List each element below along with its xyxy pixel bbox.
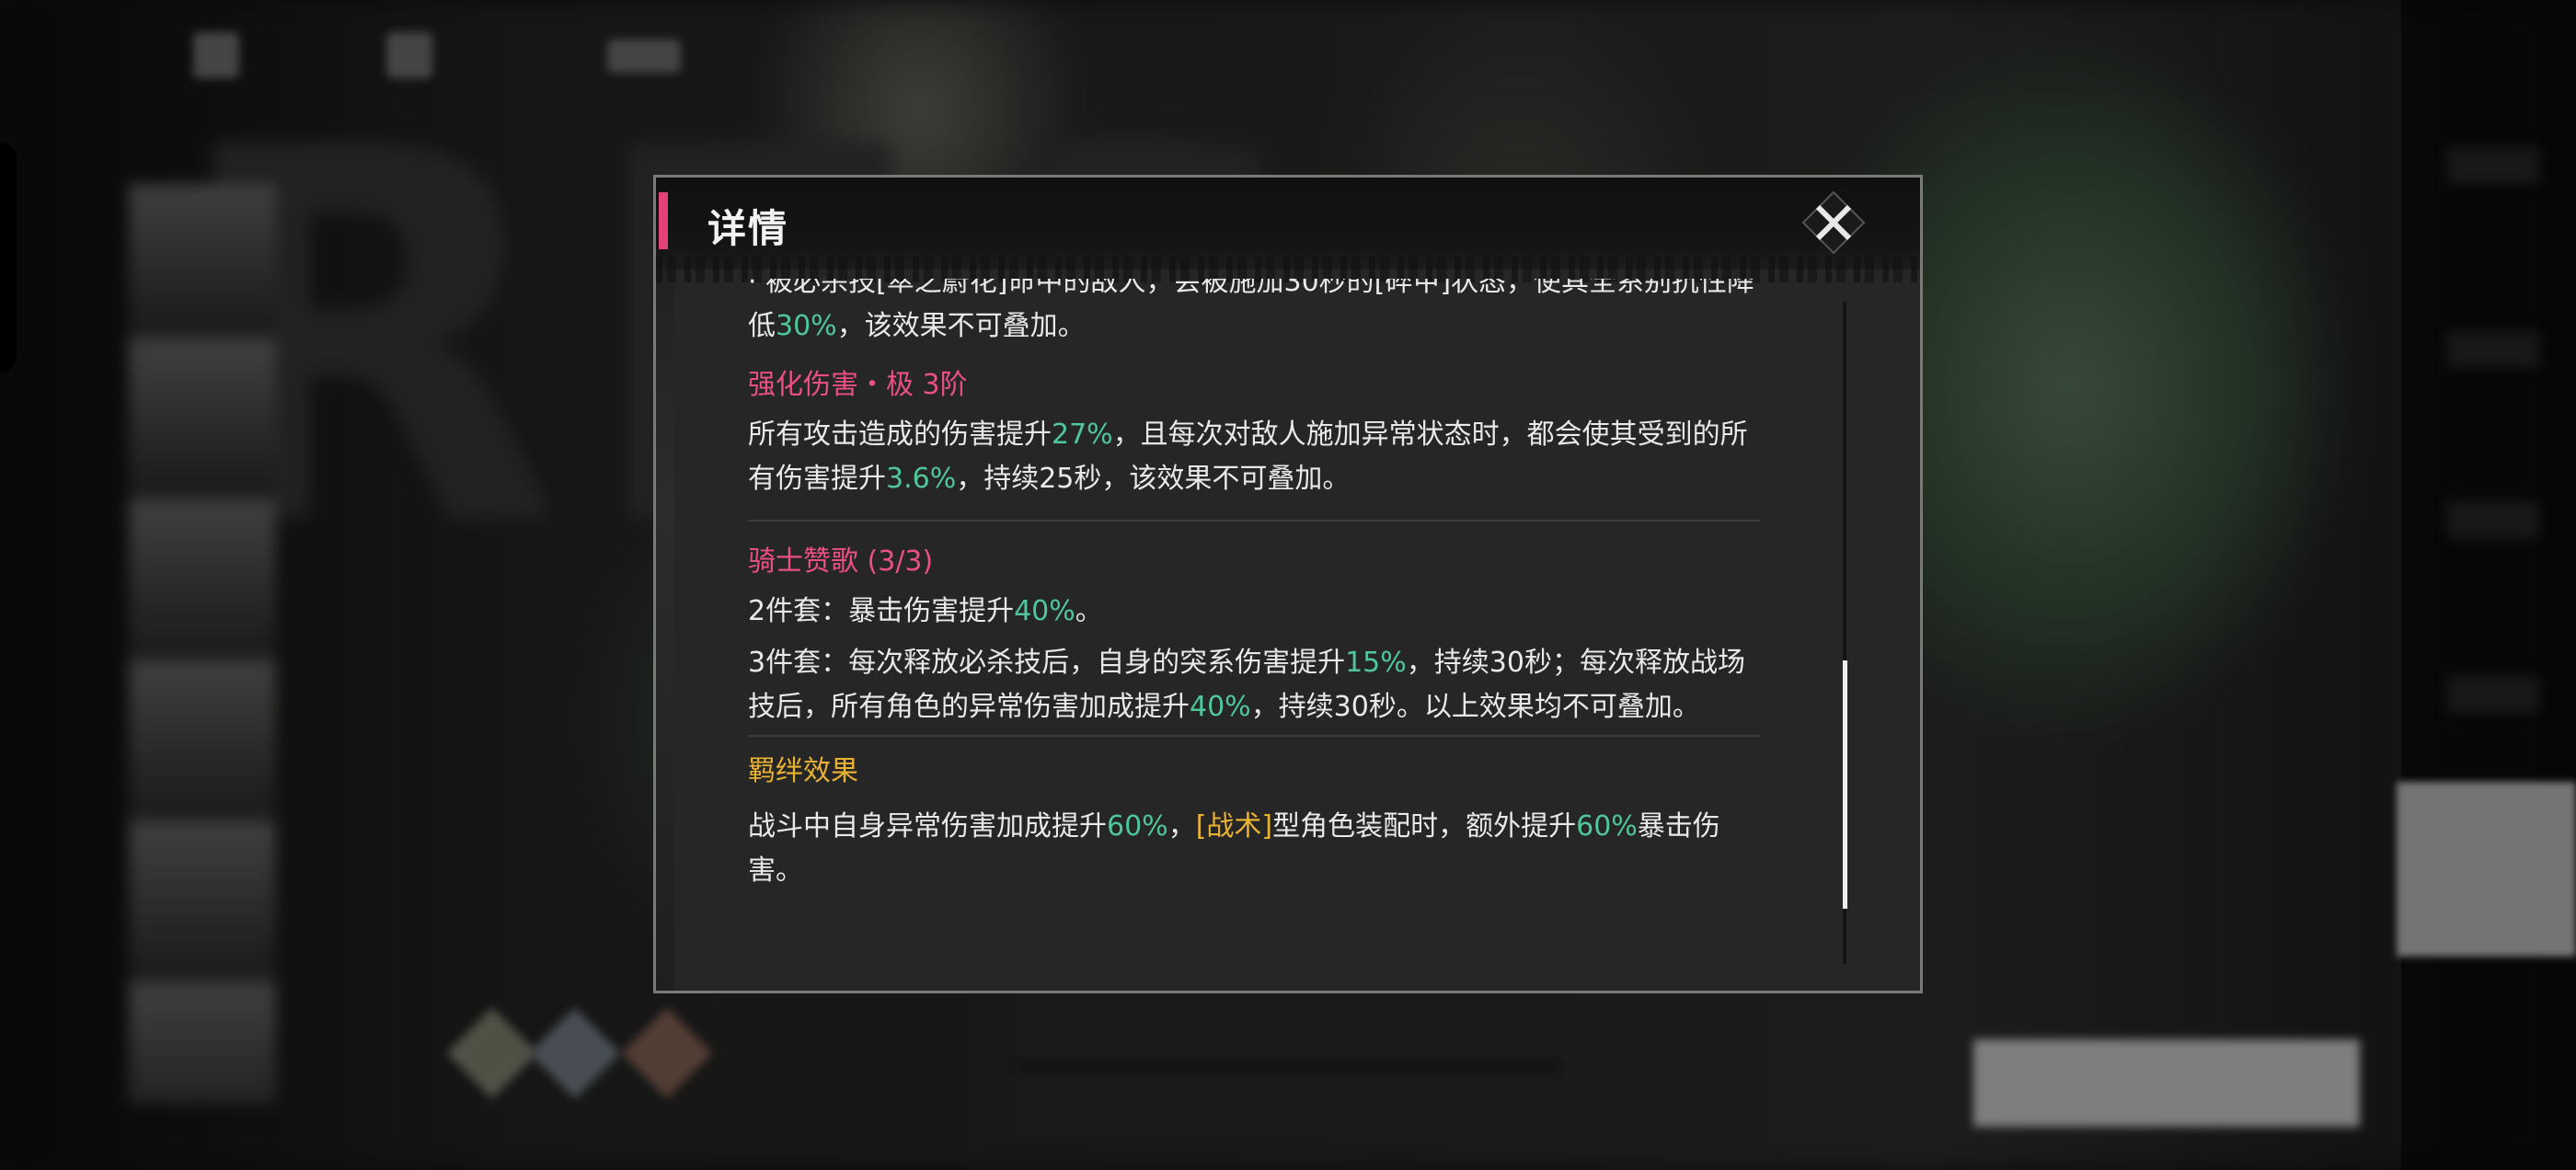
enhance-text: ，持续25秒，该效果不可叠加。 bbox=[956, 463, 1351, 495]
close-button[interactable] bbox=[1801, 190, 1866, 255]
skill-line: · 被必杀技[萃之蔚花]命中的敌人，会被施加30秒的[碎甲]状态，使其全系别抗性… bbox=[748, 279, 1755, 298]
set-bonus-two-piece: 2件套：暴击伤害提升40%。 bbox=[748, 590, 1760, 634]
set-text: ，持续30秒；每次释放战场 bbox=[1406, 647, 1745, 679]
detail-dialog: 详情 · 被必杀技[萃之蔚花]命中的敌人，会被施加30秒的[碎甲]状态，使其全系… bbox=[653, 175, 1923, 993]
set-bonus-title: 骑士赞歌 (3/3) bbox=[748, 545, 934, 578]
set-bonus-three-piece: 3件套：每次释放必杀技后，自身的突系伤害提升15%，持续30秒；每次释放战场 技… bbox=[748, 641, 1760, 729]
enhance-text: ，且每次对敌人施加异常状态时，都会使其受到的所 bbox=[1112, 419, 1748, 451]
bond-class-tag: [战术] bbox=[1195, 810, 1273, 843]
bond-value: 60% bbox=[1576, 810, 1638, 843]
dialog-header: 详情 bbox=[656, 178, 1920, 282]
skill-value: 30% bbox=[776, 310, 837, 342]
set-text: 3件套：每次释放必杀技后，自身的突系伤害提升 bbox=[748, 647, 1346, 679]
enhance-title: 强化伤害・极 3阶 bbox=[748, 369, 968, 401]
bond-text: ， bbox=[1167, 810, 1196, 843]
bond-title: 羁绊效果 bbox=[748, 755, 858, 787]
skill-description: · 被必杀技[萃之蔚花]命中的敌人，会被施加30秒的[碎甲]状态，使其全系别抗性… bbox=[748, 279, 1760, 349]
bond-value: 60% bbox=[1107, 810, 1168, 843]
skill-text: ，该效果不可叠加。 bbox=[836, 310, 1086, 342]
bond-text: 型角色装配时，额外提升 bbox=[1272, 810, 1577, 843]
title-accent-bar bbox=[659, 192, 668, 249]
enhance-value: 3.6% bbox=[886, 463, 957, 495]
enhance-text: 有伤害提升 bbox=[748, 463, 886, 495]
skill-text: 低 bbox=[748, 310, 776, 342]
set-text: 2件套：暴击伤害提升 bbox=[748, 595, 1015, 627]
close-icon bbox=[1801, 190, 1866, 255]
dialog-title: 详情 bbox=[707, 206, 789, 251]
enhance-value: 27% bbox=[1052, 419, 1113, 451]
bond-description: 战斗中自身异常伤害加成提升60%，[战术]型角色装配时，额外提升60%暴击伤 害… bbox=[748, 805, 1760, 893]
scrollbar-thumb[interactable] bbox=[1843, 660, 1847, 909]
enhance-description: 所有攻击造成的伤害提升27%，且每次对敌人施加异常状态时，都会使其受到的所 有伤… bbox=[748, 413, 1760, 501]
set-value: 15% bbox=[1345, 647, 1407, 679]
set-value: 40% bbox=[1190, 691, 1251, 723]
dialog-scroll-content[interactable]: · 被必杀技[萃之蔚花]命中的敌人，会被施加30秒的[碎甲]状态，使其全系别抗性… bbox=[748, 279, 1760, 991]
enhance-text: 所有攻击造成的伤害提升 bbox=[748, 419, 1052, 451]
bond-text: 暴击伤 bbox=[1637, 810, 1720, 843]
set-text: 技后，所有角色的异常伤害加成提升 bbox=[748, 691, 1190, 723]
set-value: 40% bbox=[1014, 595, 1075, 627]
bond-text: 害。 bbox=[748, 855, 803, 887]
set-text: ，持续30秒。以上效果均不可叠加。 bbox=[1250, 691, 1700, 723]
set-text: 。 bbox=[1075, 595, 1103, 627]
bond-text: 战斗中自身异常伤害加成提升 bbox=[748, 810, 1107, 843]
